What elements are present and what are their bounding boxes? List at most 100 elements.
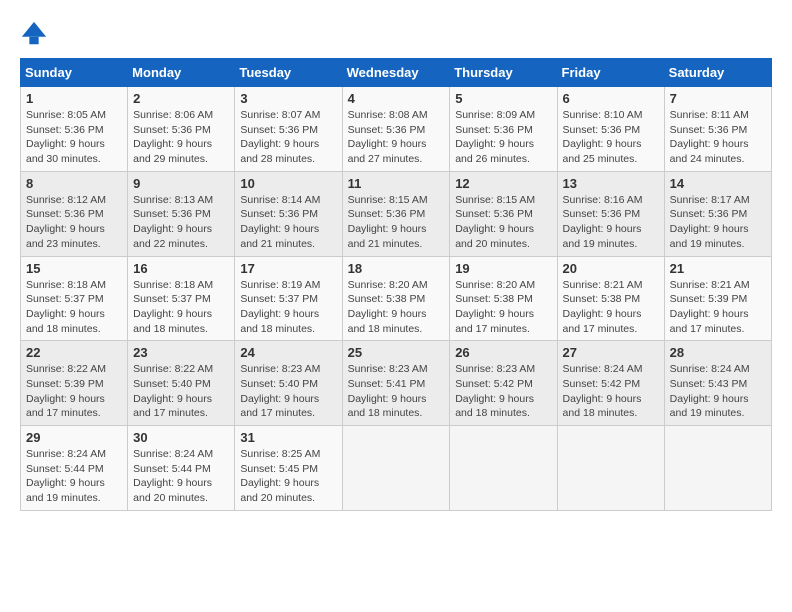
header-thursday: Thursday xyxy=(450,59,557,87)
day-detail: Sunrise: 8:16 AMSunset: 5:36 PMDaylight:… xyxy=(563,194,643,250)
page-header xyxy=(20,20,772,48)
calendar-week-row: 15 Sunrise: 8:18 AMSunset: 5:37 PMDaylig… xyxy=(21,256,772,341)
header-wednesday: Wednesday xyxy=(342,59,450,87)
calendar-cell: 24 Sunrise: 8:23 AMSunset: 5:40 PMDaylig… xyxy=(235,341,342,426)
calendar-cell: 12 Sunrise: 8:15 AMSunset: 5:36 PMDaylig… xyxy=(450,171,557,256)
day-number: 15 xyxy=(26,261,122,276)
calendar-cell: 28 Sunrise: 8:24 AMSunset: 5:43 PMDaylig… xyxy=(664,341,771,426)
day-detail: Sunrise: 8:20 AMSunset: 5:38 PMDaylight:… xyxy=(455,279,535,335)
day-number: 17 xyxy=(240,261,336,276)
calendar-cell xyxy=(342,426,450,511)
logo-icon xyxy=(20,20,48,48)
day-detail: Sunrise: 8:21 AMSunset: 5:39 PMDaylight:… xyxy=(670,279,750,335)
calendar-cell: 13 Sunrise: 8:16 AMSunset: 5:36 PMDaylig… xyxy=(557,171,664,256)
calendar-week-row: 22 Sunrise: 8:22 AMSunset: 5:39 PMDaylig… xyxy=(21,341,772,426)
day-detail: Sunrise: 8:21 AMSunset: 5:38 PMDaylight:… xyxy=(563,279,643,335)
calendar-cell: 14 Sunrise: 8:17 AMSunset: 5:36 PMDaylig… xyxy=(664,171,771,256)
day-number: 1 xyxy=(26,91,122,106)
day-detail: Sunrise: 8:17 AMSunset: 5:36 PMDaylight:… xyxy=(670,194,750,250)
calendar-cell: 21 Sunrise: 8:21 AMSunset: 5:39 PMDaylig… xyxy=(664,256,771,341)
day-detail: Sunrise: 8:13 AMSunset: 5:36 PMDaylight:… xyxy=(133,194,213,250)
day-number: 11 xyxy=(348,176,445,191)
day-number: 6 xyxy=(563,91,659,106)
day-detail: Sunrise: 8:25 AMSunset: 5:45 PMDaylight:… xyxy=(240,448,320,504)
calendar-cell: 26 Sunrise: 8:23 AMSunset: 5:42 PMDaylig… xyxy=(450,341,557,426)
calendar-cell: 2 Sunrise: 8:06 AMSunset: 5:36 PMDayligh… xyxy=(128,87,235,172)
day-detail: Sunrise: 8:12 AMSunset: 5:36 PMDaylight:… xyxy=(26,194,106,250)
calendar-cell: 25 Sunrise: 8:23 AMSunset: 5:41 PMDaylig… xyxy=(342,341,450,426)
day-number: 31 xyxy=(240,430,336,445)
calendar-cell: 18 Sunrise: 8:20 AMSunset: 5:38 PMDaylig… xyxy=(342,256,450,341)
day-detail: Sunrise: 8:07 AMSunset: 5:36 PMDaylight:… xyxy=(240,109,320,165)
day-detail: Sunrise: 8:11 AMSunset: 5:36 PMDaylight:… xyxy=(670,109,749,165)
day-detail: Sunrise: 8:08 AMSunset: 5:36 PMDaylight:… xyxy=(348,109,428,165)
day-number: 7 xyxy=(670,91,766,106)
day-number: 14 xyxy=(670,176,766,191)
day-number: 28 xyxy=(670,345,766,360)
calendar-week-row: 8 Sunrise: 8:12 AMSunset: 5:36 PMDayligh… xyxy=(21,171,772,256)
day-number: 26 xyxy=(455,345,551,360)
day-detail: Sunrise: 8:23 AMSunset: 5:40 PMDaylight:… xyxy=(240,363,320,419)
calendar-cell: 5 Sunrise: 8:09 AMSunset: 5:36 PMDayligh… xyxy=(450,87,557,172)
day-number: 4 xyxy=(348,91,445,106)
day-number: 16 xyxy=(133,261,229,276)
calendar-cell xyxy=(557,426,664,511)
day-detail: Sunrise: 8:20 AMSunset: 5:38 PMDaylight:… xyxy=(348,279,428,335)
calendar-cell: 10 Sunrise: 8:14 AMSunset: 5:36 PMDaylig… xyxy=(235,171,342,256)
day-detail: Sunrise: 8:09 AMSunset: 5:36 PMDaylight:… xyxy=(455,109,535,165)
calendar-cell: 29 Sunrise: 8:24 AMSunset: 5:44 PMDaylig… xyxy=(21,426,128,511)
calendar-cell: 9 Sunrise: 8:13 AMSunset: 5:36 PMDayligh… xyxy=(128,171,235,256)
day-number: 22 xyxy=(26,345,122,360)
day-detail: Sunrise: 8:24 AMSunset: 5:44 PMDaylight:… xyxy=(133,448,213,504)
day-detail: Sunrise: 8:18 AMSunset: 5:37 PMDaylight:… xyxy=(26,279,106,335)
day-detail: Sunrise: 8:23 AMSunset: 5:42 PMDaylight:… xyxy=(455,363,535,419)
calendar-cell: 23 Sunrise: 8:22 AMSunset: 5:40 PMDaylig… xyxy=(128,341,235,426)
calendar-week-row: 1 Sunrise: 8:05 AMSunset: 5:36 PMDayligh… xyxy=(21,87,772,172)
calendar-cell: 16 Sunrise: 8:18 AMSunset: 5:37 PMDaylig… xyxy=(128,256,235,341)
day-detail: Sunrise: 8:24 AMSunset: 5:42 PMDaylight:… xyxy=(563,363,643,419)
day-detail: Sunrise: 8:15 AMSunset: 5:36 PMDaylight:… xyxy=(348,194,428,250)
day-detail: Sunrise: 8:14 AMSunset: 5:36 PMDaylight:… xyxy=(240,194,320,250)
calendar-header-row: SundayMondayTuesdayWednesdayThursdayFrid… xyxy=(21,59,772,87)
calendar-cell: 19 Sunrise: 8:20 AMSunset: 5:38 PMDaylig… xyxy=(450,256,557,341)
day-number: 13 xyxy=(563,176,659,191)
day-number: 24 xyxy=(240,345,336,360)
calendar-cell: 6 Sunrise: 8:10 AMSunset: 5:36 PMDayligh… xyxy=(557,87,664,172)
calendar-cell xyxy=(664,426,771,511)
calendar-cell: 1 Sunrise: 8:05 AMSunset: 5:36 PMDayligh… xyxy=(21,87,128,172)
day-number: 25 xyxy=(348,345,445,360)
day-detail: Sunrise: 8:05 AMSunset: 5:36 PMDaylight:… xyxy=(26,109,106,165)
day-number: 23 xyxy=(133,345,229,360)
day-detail: Sunrise: 8:18 AMSunset: 5:37 PMDaylight:… xyxy=(133,279,213,335)
day-number: 27 xyxy=(563,345,659,360)
day-number: 30 xyxy=(133,430,229,445)
calendar-cell: 3 Sunrise: 8:07 AMSunset: 5:36 PMDayligh… xyxy=(235,87,342,172)
calendar-cell: 15 Sunrise: 8:18 AMSunset: 5:37 PMDaylig… xyxy=(21,256,128,341)
day-number: 19 xyxy=(455,261,551,276)
header-tuesday: Tuesday xyxy=(235,59,342,87)
day-detail: Sunrise: 8:10 AMSunset: 5:36 PMDaylight:… xyxy=(563,109,643,165)
day-detail: Sunrise: 8:22 AMSunset: 5:39 PMDaylight:… xyxy=(26,363,106,419)
header-friday: Friday xyxy=(557,59,664,87)
calendar-cell xyxy=(450,426,557,511)
calendar-cell: 31 Sunrise: 8:25 AMSunset: 5:45 PMDaylig… xyxy=(235,426,342,511)
day-detail: Sunrise: 8:24 AMSunset: 5:43 PMDaylight:… xyxy=(670,363,750,419)
calendar-cell: 17 Sunrise: 8:19 AMSunset: 5:37 PMDaylig… xyxy=(235,256,342,341)
day-number: 20 xyxy=(563,261,659,276)
day-number: 12 xyxy=(455,176,551,191)
calendar-week-row: 29 Sunrise: 8:24 AMSunset: 5:44 PMDaylig… xyxy=(21,426,772,511)
day-detail: Sunrise: 8:19 AMSunset: 5:37 PMDaylight:… xyxy=(240,279,320,335)
day-number: 2 xyxy=(133,91,229,106)
day-detail: Sunrise: 8:06 AMSunset: 5:36 PMDaylight:… xyxy=(133,109,213,165)
calendar-cell: 27 Sunrise: 8:24 AMSunset: 5:42 PMDaylig… xyxy=(557,341,664,426)
day-detail: Sunrise: 8:23 AMSunset: 5:41 PMDaylight:… xyxy=(348,363,428,419)
header-saturday: Saturday xyxy=(664,59,771,87)
calendar-cell: 8 Sunrise: 8:12 AMSunset: 5:36 PMDayligh… xyxy=(21,171,128,256)
day-number: 29 xyxy=(26,430,122,445)
calendar-cell: 4 Sunrise: 8:08 AMSunset: 5:36 PMDayligh… xyxy=(342,87,450,172)
day-number: 5 xyxy=(455,91,551,106)
day-detail: Sunrise: 8:24 AMSunset: 5:44 PMDaylight:… xyxy=(26,448,106,504)
calendar-table: SundayMondayTuesdayWednesdayThursdayFrid… xyxy=(20,58,772,511)
day-number: 9 xyxy=(133,176,229,191)
logo xyxy=(20,20,52,48)
